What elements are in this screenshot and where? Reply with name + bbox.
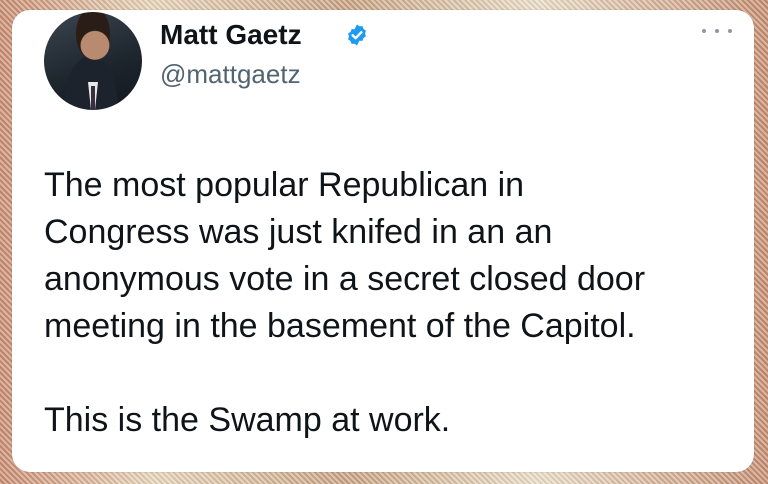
author-handle[interactable]: @mattgaetz: [160, 58, 301, 90]
tweet-text-line: meeting in the basement of the Capitol.: [44, 307, 636, 345]
tweet-text-line: Congress was just knifed in an an: [44, 213, 553, 251]
author-name[interactable]: Matt Gaetz: [160, 18, 302, 52]
tweet-text-line: anonymous vote in a secret closed door: [44, 260, 646, 298]
avatar[interactable]: [44, 12, 142, 110]
tweet-card[interactable]: Matt Gaetz @mattgaetz The most popular R…: [12, 10, 754, 472]
more-dot: [728, 29, 732, 33]
tweet-text-line: The most popular Republican in: [44, 166, 525, 204]
tweet-text-paragraph: This is the Swamp at work.: [44, 401, 451, 439]
verified-badge-icon: [348, 24, 366, 46]
tweet-text: The most popular Republican in Congress …: [44, 162, 744, 444]
more-dot: [702, 29, 706, 33]
avatar-tie-detail: [88, 82, 98, 110]
more-options-icon[interactable]: [702, 24, 732, 38]
more-dot: [715, 29, 719, 33]
